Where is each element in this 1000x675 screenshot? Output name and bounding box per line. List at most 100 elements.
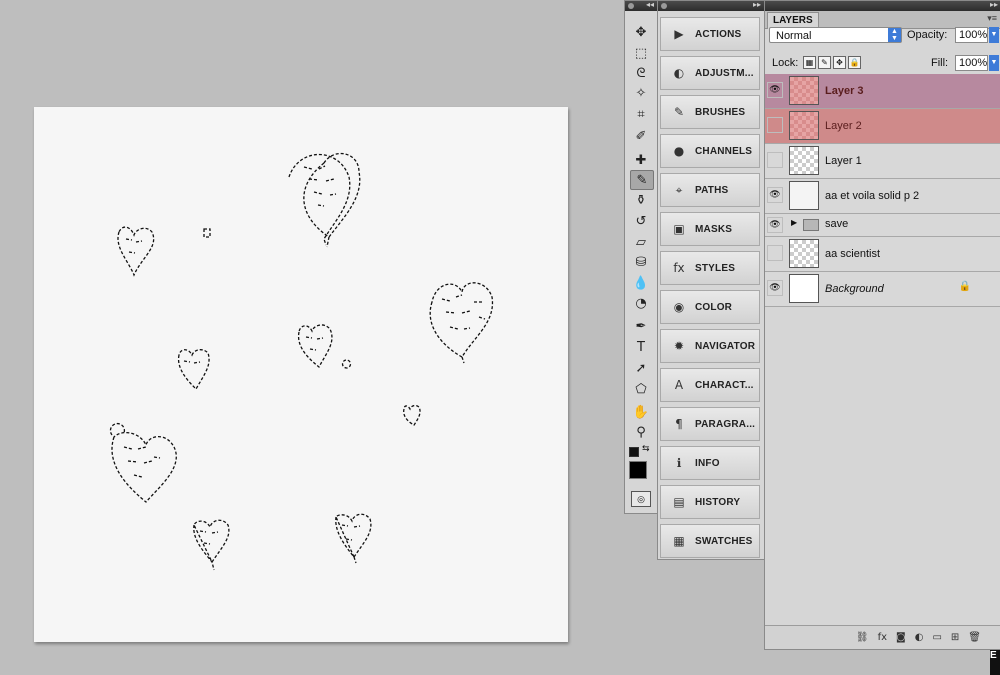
history-brush-icon[interactable]: ↺ bbox=[630, 212, 652, 230]
delete-layer-icon[interactable]: 🗑 bbox=[968, 632, 981, 643]
layer-row-solid[interactable]: 👁 aa et voila solid p 2 bbox=[765, 179, 1000, 214]
dock-item-label: PARAGRA... bbox=[695, 418, 756, 430]
layer-row-layer-3[interactable]: 👁 Layer 3 bbox=[765, 74, 1000, 109]
fill-field[interactable]: 100% bbox=[955, 55, 988, 71]
shape-icon[interactable]: ⬠ bbox=[630, 380, 652, 398]
dock-item-swatches[interactable]: ▦ SWATCHES bbox=[660, 524, 760, 558]
dock-item-adjustments[interactable]: ◐ ADJUSTM... bbox=[660, 56, 760, 90]
close-icon[interactable] bbox=[628, 3, 634, 9]
visibility-toggle-empty[interactable] bbox=[767, 152, 783, 168]
eye-icon[interactable]: 👁 bbox=[767, 82, 783, 98]
clone-stamp-icon[interactable]: ⚱ bbox=[630, 191, 652, 209]
link-layers-icon[interactable]: ⛓ bbox=[856, 632, 869, 643]
dock-item-color[interactable]: ◉ COLOR bbox=[660, 290, 760, 324]
eraser-icon[interactable]: ▱ bbox=[630, 233, 652, 251]
eye-icon[interactable]: 👁 bbox=[767, 187, 783, 203]
layer-mask-icon[interactable]: ◙ bbox=[896, 632, 906, 643]
layer-thumbnail bbox=[789, 274, 819, 303]
layers-panel: ▸▸ LAYERS ▾≡ Normal ▲ ▼ Opacity: 100% ▼ L… bbox=[764, 0, 1000, 650]
collapse-icon[interactable]: ▸▸ bbox=[990, 0, 998, 9]
layer-group-save[interactable]: 👁 ▶ save bbox=[765, 214, 1000, 237]
lock-position-icon[interactable]: ✥ bbox=[833, 56, 846, 69]
blend-mode-value: Normal bbox=[776, 30, 812, 42]
layer-name[interactable]: aa scientist bbox=[825, 248, 880, 260]
blend-mode-select[interactable]: Normal ▲ ▼ bbox=[769, 27, 902, 43]
lock-image-icon[interactable]: ✎ bbox=[818, 56, 831, 69]
layer-name[interactable]: Layer 2 bbox=[825, 120, 862, 132]
dock-item-history[interactable]: ▤ HISTORY bbox=[660, 485, 760, 519]
path-selection-icon[interactable]: ➚ bbox=[630, 359, 652, 377]
layer-thumbnail bbox=[789, 181, 819, 210]
fill-dropdown-icon[interactable]: ▼ bbox=[989, 55, 999, 71]
swap-colors-icon[interactable]: ⇆ bbox=[642, 444, 650, 454]
crop-icon[interactable]: ⌗ bbox=[630, 105, 652, 123]
dock-item-paths[interactable]: ⌖ PATHS bbox=[660, 173, 760, 207]
panel-menu-icon[interactable]: ▾≡ bbox=[987, 13, 997, 24]
foreground-color-swatch[interactable] bbox=[629, 461, 647, 479]
dock-item-styles[interactable]: fx STYLES bbox=[660, 251, 760, 285]
dock-titlebar[interactable]: ▸▸ bbox=[658, 0, 764, 11]
hand-icon[interactable]: ✋ bbox=[630, 403, 652, 421]
layer-row-background[interactable]: 👁 Background 🔒 bbox=[765, 272, 1000, 307]
quick-mask-icon[interactable]: ◎ bbox=[631, 491, 651, 507]
move-icon[interactable]: ✥ bbox=[630, 23, 652, 41]
layer-name[interactable]: Layer 1 bbox=[825, 155, 862, 167]
dock-item-navigator[interactable]: ✹ NAVIGATOR bbox=[660, 329, 760, 363]
dock-item-actions[interactable]: ▶ ACTIONS bbox=[660, 17, 760, 51]
opacity-field[interactable]: 100% bbox=[955, 27, 988, 43]
magic-wand-icon[interactable]: ✧ bbox=[630, 84, 652, 102]
layer-style-icon[interactable]: fx bbox=[878, 632, 887, 643]
color-icon: ◉ bbox=[673, 300, 685, 314]
collapse-icon[interactable]: ◂◂ bbox=[646, 0, 654, 9]
expand-icon[interactable]: ▸▸ bbox=[753, 0, 761, 9]
dock-item-masks[interactable]: ▣ MASKS bbox=[660, 212, 760, 246]
zoom-icon[interactable]: ⚲ bbox=[630, 423, 652, 441]
dock-item-channels[interactable]: ● CHANNELS bbox=[660, 134, 760, 168]
info-icon: ℹ bbox=[676, 456, 682, 470]
layer-row-layer-1[interactable]: Layer 1 bbox=[765, 144, 1000, 179]
document-canvas[interactable] bbox=[34, 107, 568, 642]
marquee-icon[interactable]: ⬚ bbox=[630, 44, 652, 62]
paint-bucket-icon[interactable]: ⛁ bbox=[630, 253, 652, 271]
layer-name[interactable]: save bbox=[825, 218, 848, 230]
layers-titlebar[interactable]: ▸▸ bbox=[765, 0, 1000, 11]
layer-row-layer-2[interactable]: Layer 2 bbox=[765, 109, 1000, 144]
new-layer-icon[interactable]: ⊞ bbox=[951, 632, 959, 643]
layer-list: 👁 Layer 3 Layer 2 Layer 1 👁 aa et voila … bbox=[765, 74, 1000, 307]
brush-icon[interactable]: ✎ bbox=[630, 170, 654, 190]
layer-name[interactable]: Layer 3 bbox=[825, 85, 864, 97]
new-group-icon[interactable]: ▭ bbox=[932, 632, 941, 643]
layer-name[interactable]: Background bbox=[825, 283, 884, 295]
lasso-icon[interactable]: ᘓ bbox=[630, 64, 652, 82]
default-colors-icon[interactable] bbox=[629, 447, 639, 457]
dock-item-paragraph[interactable]: ¶ PARAGRA... bbox=[660, 407, 760, 441]
close-icon[interactable] bbox=[661, 3, 667, 9]
masks-icon: ▣ bbox=[673, 222, 685, 236]
lock-all-icon[interactable]: 🔒 bbox=[848, 56, 861, 69]
type-icon[interactable]: T bbox=[630, 338, 652, 356]
opacity-dropdown-icon[interactable]: ▼ bbox=[989, 27, 999, 43]
visibility-toggle-empty[interactable] bbox=[767, 245, 783, 261]
healing-brush-icon[interactable]: ✚ bbox=[630, 151, 652, 169]
blur-icon[interactable]: 💧 bbox=[630, 274, 652, 292]
lock-label: Lock: bbox=[772, 57, 799, 69]
layer-name[interactable]: aa et voila solid p 2 bbox=[825, 190, 919, 202]
layer-row-aa-scientist[interactable]: aa scientist bbox=[765, 237, 1000, 272]
dock-item-brushes[interactable]: ✎ BRUSHES bbox=[660, 95, 760, 129]
blend-row: Normal ▲ ▼ Opacity: 100% ▼ bbox=[769, 27, 999, 45]
layers-bottom-bar: ⛓ fx ◙ ◐ ▭ ⊞ 🗑 bbox=[765, 625, 1000, 649]
tools-titlebar[interactable]: ◂◂ bbox=[625, 0, 657, 11]
visibility-toggle-empty[interactable] bbox=[767, 117, 783, 133]
edge-fragment: E bbox=[990, 650, 1000, 675]
lock-transparent-icon[interactable]: ▦ bbox=[803, 56, 816, 69]
expand-triangle-icon[interactable]: ▶ bbox=[791, 218, 797, 227]
eyedropper-icon[interactable]: ✐ bbox=[630, 127, 652, 145]
dock-item-info[interactable]: ℹ INFO bbox=[660, 446, 760, 480]
eye-icon[interactable]: 👁 bbox=[767, 217, 783, 233]
adjustment-layer-icon[interactable]: ◐ bbox=[915, 632, 924, 643]
dock-item-label: ADJUSTM... bbox=[695, 67, 754, 79]
dodge-icon[interactable]: ◔ bbox=[630, 294, 652, 312]
dock-item-character[interactable]: A CHARACT... bbox=[660, 368, 760, 402]
eye-icon[interactable]: 👁 bbox=[767, 280, 783, 296]
pen-icon[interactable]: ✒ bbox=[630, 317, 652, 335]
